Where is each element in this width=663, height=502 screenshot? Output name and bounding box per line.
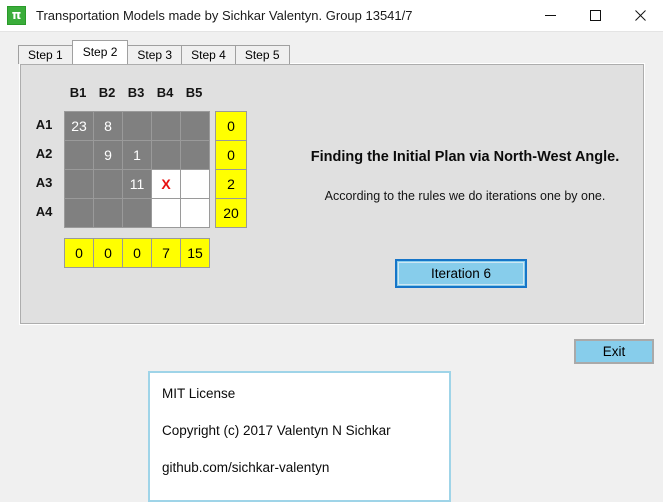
row-label-a4: A4 <box>35 204 53 219</box>
matrix-cell-a1-b4[interactable] <box>152 112 180 140</box>
matrix-row-labels: A1 A2 A3 A4 <box>29 111 59 226</box>
matrix-demand-row: 0 0 0 7 15 <box>64 238 210 268</box>
exit-button[interactable]: Exit <box>574 339 654 364</box>
matrix-cell-a3-b1[interactable] <box>65 170 93 198</box>
matrix-cell-a2-b4[interactable] <box>152 141 180 169</box>
demand-cell-b1[interactable]: 0 <box>65 239 93 267</box>
matrix-cell-a3-b2[interactable] <box>94 170 122 198</box>
tab-content-panel: B1 B2 B3 B4 B5 A1 A2 A3 A4 23 8 9 1 11 X… <box>19 63 645 325</box>
matrix-cell-a3-b5[interactable] <box>181 170 209 198</box>
demand-cell-b4[interactable]: 7 <box>152 239 180 267</box>
matrix-grid: 23 8 9 1 11 X <box>64 111 210 228</box>
matrix-cell-a1-b5[interactable] <box>181 112 209 140</box>
matrix-cell-a4-b1[interactable] <box>65 199 93 227</box>
row-label-a3: A3 <box>35 175 53 190</box>
matrix-cell-a4-b4[interactable] <box>152 199 180 227</box>
license-line-copyright: Copyright (c) 2017 Valentyn N Sichkar <box>162 423 391 438</box>
matrix-cell-a2-b5[interactable] <box>181 141 209 169</box>
matrix-cell-a1-b3[interactable] <box>123 112 151 140</box>
tkinter-app-icon: π <box>7 6 26 25</box>
tab-step-4[interactable]: Step 4 <box>181 45 236 64</box>
row-label-a1: A1 <box>35 117 53 132</box>
matrix-cell-a3-b4[interactable]: X <box>152 170 180 198</box>
column-header-b4: B4 <box>156 85 174 100</box>
supply-cell-a1[interactable]: 0 <box>216 112 246 140</box>
tab-step-5[interactable]: Step 5 <box>234 45 290 64</box>
column-header-b1: B1 <box>69 85 87 100</box>
license-box: MIT License Copyright (c) 2017 Valentyn … <box>148 371 451 502</box>
row-label-a2: A2 <box>35 146 53 161</box>
matrix-column-headers: B1 B2 B3 B4 B5 <box>64 85 208 100</box>
exit-button-label: Exit <box>602 344 626 359</box>
demand-cell-b3[interactable]: 0 <box>123 239 151 267</box>
iteration-button[interactable]: Iteration 6 <box>395 259 527 288</box>
supply-cell-a3[interactable]: 2 <box>216 170 246 198</box>
minimize-icon[interactable] <box>528 1 573 31</box>
panel-headline: Finding the Initial Plan via North-West … <box>310 149 620 165</box>
panel-subtext: According to the rules we do iterations … <box>324 189 606 203</box>
iteration-button-label: Iteration 6 <box>430 266 492 281</box>
matrix-cell-a2-b2[interactable]: 9 <box>94 141 122 169</box>
matrix-cell-a2-b1[interactable] <box>65 141 93 169</box>
window-title: Transportation Models made by Sichkar Va… <box>36 8 413 23</box>
matrix-cell-a4-b2[interactable] <box>94 199 122 227</box>
tab-strip: Step 1 Step 2 Step 3 Step 4 Step 5 <box>18 40 290 64</box>
license-line-github[interactable]: github.com/sichkar-valentyn <box>162 460 449 475</box>
license-line-title: MIT License <box>162 386 236 401</box>
matrix-cell-a1-b2[interactable]: 8 <box>94 112 122 140</box>
demand-cell-b5[interactable]: 15 <box>181 239 209 267</box>
matrix-cell-a4-b3[interactable] <box>123 199 151 227</box>
tab-step-1[interactable]: Step 1 <box>18 45 73 64</box>
column-header-b2: B2 <box>98 85 116 100</box>
tab-step-2[interactable]: Step 2 <box>71 40 129 64</box>
matrix-cell-a4-b5[interactable] <box>181 199 209 227</box>
supply-cell-a4[interactable]: 20 <box>216 199 246 227</box>
matrix-supply-column: 0 0 2 20 <box>215 111 247 228</box>
maximize-icon[interactable] <box>573 1 618 31</box>
supply-cell-a2[interactable]: 0 <box>216 141 246 169</box>
demand-cell-b2[interactable]: 0 <box>94 239 122 267</box>
tab-step-3[interactable]: Step 3 <box>127 45 183 64</box>
window-titlebar: π Transportation Models made by Sichkar … <box>0 0 663 32</box>
column-header-b5: B5 <box>185 85 203 100</box>
matrix-cell-a1-b1[interactable]: 23 <box>65 112 93 140</box>
matrix-cell-a3-b3[interactable]: 11 <box>123 170 151 198</box>
close-icon[interactable] <box>618 1 663 31</box>
matrix-cell-a2-b3[interactable]: 1 <box>123 141 151 169</box>
column-header-b3: B3 <box>127 85 145 100</box>
